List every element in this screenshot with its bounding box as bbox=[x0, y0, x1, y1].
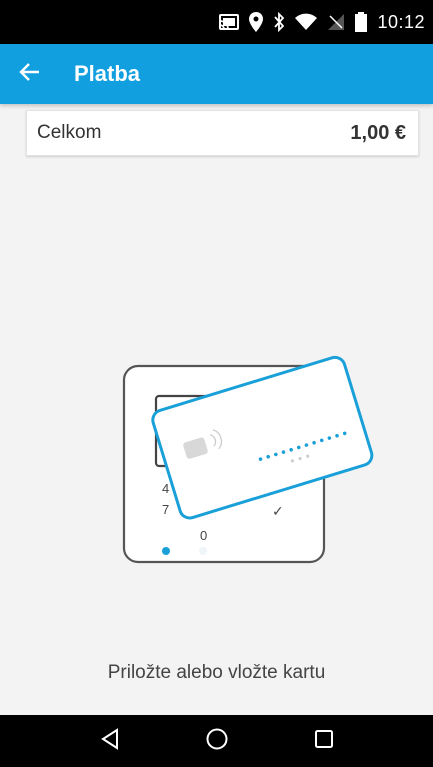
keypad-digit-0: 0 bbox=[200, 528, 207, 543]
card-reader-illustration: 4 7 0 ✓ bbox=[110, 330, 400, 580]
nav-back-button[interactable] bbox=[90, 721, 130, 761]
nav-recents-button[interactable] bbox=[304, 721, 344, 761]
back-triangle-icon bbox=[100, 727, 120, 755]
system-nav-bar bbox=[0, 715, 433, 767]
status-bar: 10:12 bbox=[0, 0, 433, 44]
status-time: 10:12 bbox=[377, 11, 425, 32]
battery-icon bbox=[355, 12, 368, 32]
total-row: Celkom 1,00 € bbox=[26, 110, 419, 156]
keypad-digit-7: 7 bbox=[162, 502, 169, 517]
recents-square-icon bbox=[314, 729, 334, 754]
location-icon bbox=[249, 12, 264, 32]
keypad-digit-4: 4 bbox=[162, 481, 169, 496]
keypad-confirm: ✓ bbox=[272, 504, 284, 520]
wifi-icon bbox=[295, 13, 318, 31]
no-signal-icon bbox=[327, 13, 345, 31]
arrow-back-icon bbox=[19, 62, 41, 87]
app-bar: Platba bbox=[0, 44, 433, 104]
total-amount: 1,00 € bbox=[350, 121, 406, 144]
bluetooth-icon bbox=[273, 12, 285, 32]
home-circle-icon bbox=[205, 727, 229, 756]
total-label: Celkom bbox=[37, 122, 102, 143]
nav-home-button[interactable] bbox=[197, 721, 237, 761]
back-button[interactable] bbox=[0, 44, 60, 104]
cast-icon bbox=[219, 13, 240, 31]
instruction-text: Priložte alebo vložte kartu bbox=[107, 662, 326, 683]
page-title: Platba bbox=[74, 61, 141, 86]
